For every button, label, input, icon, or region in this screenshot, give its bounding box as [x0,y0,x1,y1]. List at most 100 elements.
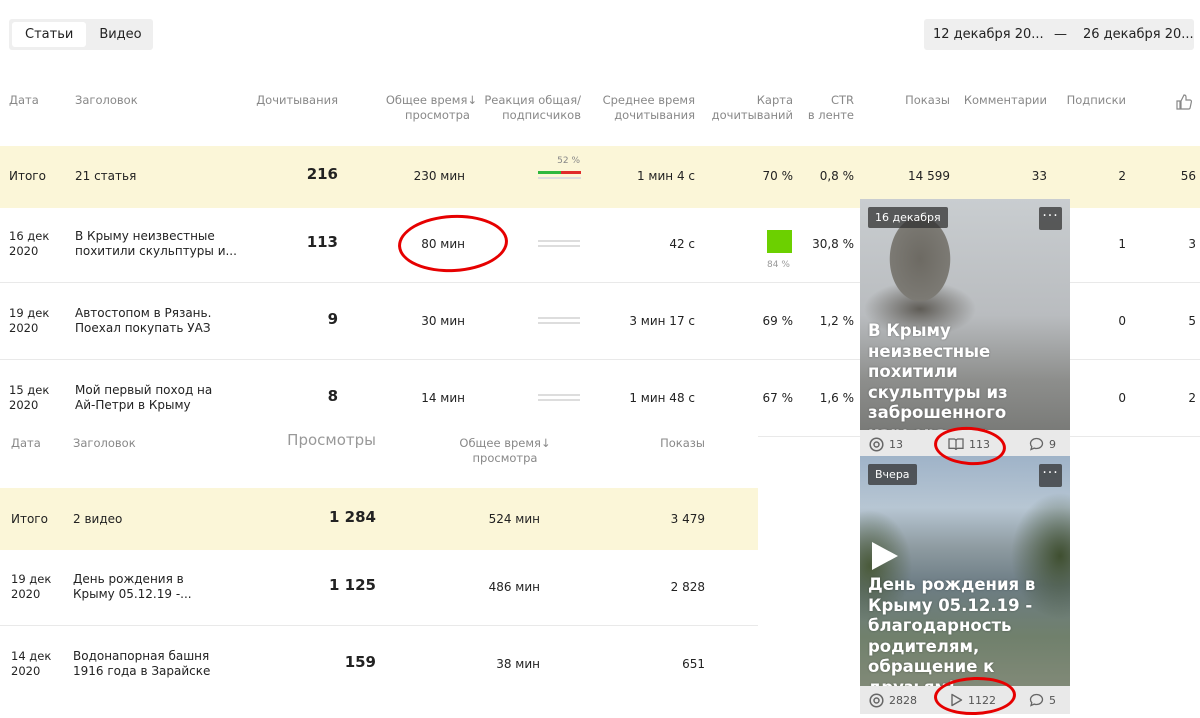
total-comments: 33 [1031,169,1047,183]
video-row-shows: 651 [682,657,705,671]
total-time: 230 мин [413,169,465,183]
row-reaction-bar [538,240,580,247]
video-total-title: 2 видео [73,512,123,526]
col-reaction-line2: подписчиков [502,108,581,122]
card-date-chip: Вчера [868,464,917,485]
table-row-date: 16 дек 2020 [9,229,50,258]
video-total-shows: 3 479 [670,512,705,526]
total-title: 21 статья [75,169,137,183]
col-subs[interactable]: Подписки [1058,93,1126,108]
read-map-indicator [767,230,792,253]
annotation-circle [396,212,510,275]
col-total-time-line2: просмотра [405,108,470,122]
row-map: 69 % [762,314,794,328]
row-likes: 3 [1188,237,1196,251]
date-from[interactable]: 12 декабря 20... [933,27,1044,42]
row-total-time: 14 мин [421,391,465,405]
row-divider [0,625,758,626]
play-icon[interactable] [872,542,898,570]
table-row-title[interactable]: Водонапорная башня 1916 года в Зарайске [73,649,210,679]
col-reads[interactable]: Дочитывания [250,93,338,108]
video-total-views: 1 284 [329,508,376,526]
row-likes: 2 [1188,391,1196,405]
views-icon [869,693,884,708]
col-reaction-line1: Реакция общая/ [484,93,581,107]
views-icon [869,437,884,452]
video-row-shows: 2 828 [670,580,705,594]
video-row-views: 159 [344,653,376,671]
table-row-date: 14 дек 2020 [11,649,52,678]
col-avg-time[interactable]: Среднее время дочитывания [595,93,695,123]
row-avg-time: 1 мин 48 с [629,391,695,405]
more-icon[interactable]: ··· [1039,464,1062,487]
total-label: Итого [9,169,46,183]
row-avg-time: 3 мин 17 с [629,314,695,328]
row-reads: 8 [327,387,338,405]
video-row-time: 486 мин [488,580,540,594]
col-date[interactable]: Дата [9,93,39,108]
col-total-time[interactable]: Общее время↓ [370,93,477,108]
row-reaction-bar [538,317,580,324]
col-ctr-line2: в ленте [807,108,854,122]
row-reads: 113 [306,233,338,251]
total-reaction-pct: 52 % [557,156,580,166]
total-likes: 56 [1180,169,1196,183]
total-ctr: 0,8 % [819,169,854,183]
row-avg-time: 42 с [669,237,695,251]
card-comments: 9 [1029,437,1056,451]
comment-icon [1029,693,1044,707]
more-icon[interactable]: ··· [1039,207,1062,230]
article-preview-card[interactable]: 16 декабря ··· В Крыму неизвестные похит… [860,199,1070,458]
table-row-date: 19 дек 2020 [9,306,50,335]
video-total-label: Итого [11,512,48,526]
row-likes: 5 [1188,314,1196,328]
video-row-views: 1 125 [329,576,376,594]
video-col-shows[interactable]: Показы [620,436,705,451]
row-ctr: 1,6 % [819,391,854,405]
date-to[interactable]: 26 декабря 20... [1083,27,1194,42]
total-reads: 216 [306,165,338,183]
video-total-time: 524 мин [488,512,540,526]
col-ctr[interactable]: CTR в ленте [800,93,854,123]
card-date-chip: 16 декабря [868,207,948,228]
col-avg-time-line2: дочитывания [614,108,695,122]
thumbs-up-icon[interactable] [1175,93,1193,111]
row-map: 67 % [762,391,794,405]
row-ctr: 30,8 % [812,237,854,251]
col-ctr-line1: CTR [830,93,854,107]
content-type-tabs: Статьи Видео [9,19,153,50]
table-row-title[interactable]: В Крыму неизвестные похитили скульптуры и… [75,229,237,259]
video-row-time: 38 мин [496,657,540,671]
col-title[interactable]: Заголовок [75,93,138,108]
col-total-time-line1: Общее время↓ [385,93,477,107]
total-avg-time: 1 мин 4 с [636,169,695,183]
col-shows[interactable]: Показы [880,93,950,108]
card-views: 13 [869,437,903,452]
table-row-title[interactable]: Автостопом в Рязань. Поехал покупать УАЗ [75,306,211,336]
video-col-views[interactable]: Просмотры [260,433,376,448]
table-row-date: 15 дек 2020 [9,383,50,412]
row-reads: 9 [327,310,338,328]
total-map: 70 % [762,169,794,183]
row-reaction-bar [538,394,580,401]
video-col-total-time[interactable]: Общее время↓ просмотра [450,436,560,466]
col-reaction[interactable]: Реакция общая/ подписчиков [480,93,581,123]
tab-articles[interactable]: Статьи [12,22,87,47]
table-row-title[interactable]: День рождения в Крыму 05.12.19 -... [73,572,192,602]
tab-video[interactable]: Видео [86,22,154,47]
total-subs: 2 [1118,169,1126,183]
video-col-title[interactable]: Заголовок [73,436,136,451]
col-map[interactable]: Карта дочитываний [705,93,793,123]
col-avg-time-line1: Среднее время [602,93,695,107]
col-comments[interactable]: Комментарии [958,93,1047,108]
video-col-date[interactable]: Дата [11,436,41,451]
col-map-line1: Карта [756,93,793,107]
total-shows: 14 599 [908,169,950,183]
video-preview-card[interactable]: Вчера ··· День рождения в Крыму 05.12.19… [860,456,1070,714]
comment-icon [1029,437,1044,451]
card-views: 2828 [869,693,917,708]
read-map-pct: 84 % [767,260,790,270]
table-row-title[interactable]: Мой первый поход на Ай-Петри в Крыму [75,383,212,413]
card-comments: 5 [1029,693,1056,707]
date-range-picker[interactable]: 12 декабря 20... — 26 декабря 20... [924,19,1194,50]
